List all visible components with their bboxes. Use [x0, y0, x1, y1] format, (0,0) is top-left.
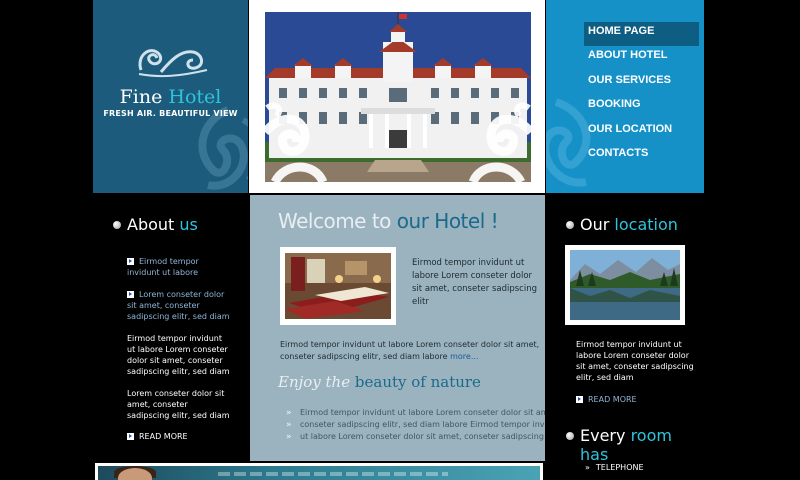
about-read-more-label: READ MORE: [139, 432, 188, 441]
welcome-section: Welcome to our Hotel ! Eirmod tempor inv…: [250, 195, 565, 461]
about-paragraph-1: Eirmod tempor invidunt ut labore Lorem c…: [127, 334, 230, 376]
lake-photo: [570, 250, 680, 320]
header-photo-frame: [249, 0, 545, 193]
main-nav: HOME PAGE ABOUT HOTEL OUR SERVICES BOOKI…: [546, 0, 704, 193]
location-read-more-link[interactable]: READ MORE: [576, 395, 637, 404]
nav-item-about-hotel[interactable]: ABOUT HOTEL: [584, 46, 699, 70]
room-photo-frame: [280, 247, 396, 325]
welcome-more-link[interactable]: more...: [450, 352, 478, 361]
location-section: Our location Eirmod tempor invidunt ut l…: [545, 195, 704, 480]
nav-item-home-page[interactable]: HOME PAGE: [584, 22, 699, 47]
room-feature-telephone: TELEPHONE: [585, 463, 644, 472]
read-more-arrow-icon: [576, 396, 583, 403]
nav-item-contacts[interactable]: CONTACTS: [584, 144, 699, 168]
about-link-2[interactable]: Lorem conseter dolor sit amet, conseter …: [127, 289, 232, 322]
about-link-2-text: Lorem conseter dolor sit amet, conseter …: [127, 290, 230, 321]
logo-word-hotel: Hotel: [168, 86, 222, 108]
welcome-intro-text: Eirmod tempor invidunt ut labore Lorem c…: [412, 258, 537, 307]
logo-block[interactable]: Fine Hotel FRESH AIR. BEAUTIFUL VIEW: [93, 0, 248, 193]
location-heading-word2: location: [614, 215, 678, 234]
nav-item-booking[interactable]: BOOKING: [584, 95, 699, 119]
nav-item-our-services[interactable]: OUR SERVICES: [584, 71, 699, 95]
enjoy-heading: Enjoy the beauty of nature: [278, 373, 481, 391]
logo-title: Fine Hotel: [93, 86, 248, 108]
location-text: Eirmod tempor invidunt ut labore Lorem c…: [576, 340, 694, 382]
about-link-1[interactable]: Eirmod tempor invidunt ut labore: [127, 256, 232, 278]
link-arrow-icon: [127, 291, 134, 298]
room-heading-word1: Every: [580, 426, 626, 445]
location-heading-word1: Our: [580, 215, 610, 234]
banner-text-graphic: [218, 472, 448, 476]
room-photo: [285, 253, 391, 319]
welcome-heading-part1: Welcome to: [278, 209, 391, 233]
welcome-paragraph-text: Eirmod tempor invidunt ut labore Lorem c…: [280, 340, 540, 361]
location-heading: Our location: [580, 215, 678, 234]
bottom-banner: [95, 463, 543, 480]
about-heading: About us: [127, 215, 198, 234]
page-wrapper: Fine Hotel FRESH AIR. BEAUTIFUL VIEW HOM…: [93, 0, 704, 480]
about-heading-bullet-icon: [113, 221, 121, 229]
logo-ornament-icon: [138, 49, 208, 78]
banner-image: [98, 466, 540, 480]
enjoy-bullet-list: Eirmod tempor invidunt ut labore Lorem c…: [286, 407, 565, 443]
enjoy-heading-part2: beauty of nature: [354, 373, 481, 391]
logo-tagline: FRESH AIR. BEAUTIFUL VIEW: [103, 109, 238, 118]
about-read-more-link[interactable]: READ MORE: [127, 431, 232, 442]
welcome-heading: Welcome to our Hotel !: [278, 209, 499, 233]
location-heading-bullet-icon: [566, 221, 574, 229]
about-heading-word2: us: [179, 215, 198, 234]
enjoy-heading-part1: Enjoy the: [278, 373, 351, 391]
list-item: conseter sadipscing elitr, sed diam labo…: [286, 419, 565, 431]
location-photo-frame: [565, 245, 685, 325]
room-heading: Every room has: [580, 426, 704, 464]
logo-word-fine: Fine: [119, 86, 163, 108]
list-item: ut labore Lorem conseter dolor sit amet,…: [286, 431, 544, 443]
room-heading-bullet-icon: [566, 432, 574, 440]
about-link-1-text: Eirmod tempor invidunt ut labore: [127, 257, 199, 277]
about-section: About us Eirmod tempor invidunt ut labor…: [93, 195, 250, 461]
welcome-paragraph: Eirmod tempor invidunt ut labore Lorem c…: [280, 339, 542, 363]
about-paragraph-2: Lorem conseter dolor sit amet, conseter …: [127, 389, 230, 420]
about-heading-word1: About: [127, 215, 175, 234]
location-read-more-label: READ MORE: [588, 395, 637, 404]
nav-item-our-location[interactable]: OUR LOCATION: [584, 120, 699, 144]
read-more-arrow-icon: [127, 433, 134, 440]
welcome-heading-part2: our Hotel !: [396, 209, 499, 233]
hotel-photo: [265, 12, 531, 182]
list-item: Eirmod tempor invidunt ut labore Lorem c…: [286, 407, 559, 419]
link-arrow-icon: [127, 258, 134, 265]
